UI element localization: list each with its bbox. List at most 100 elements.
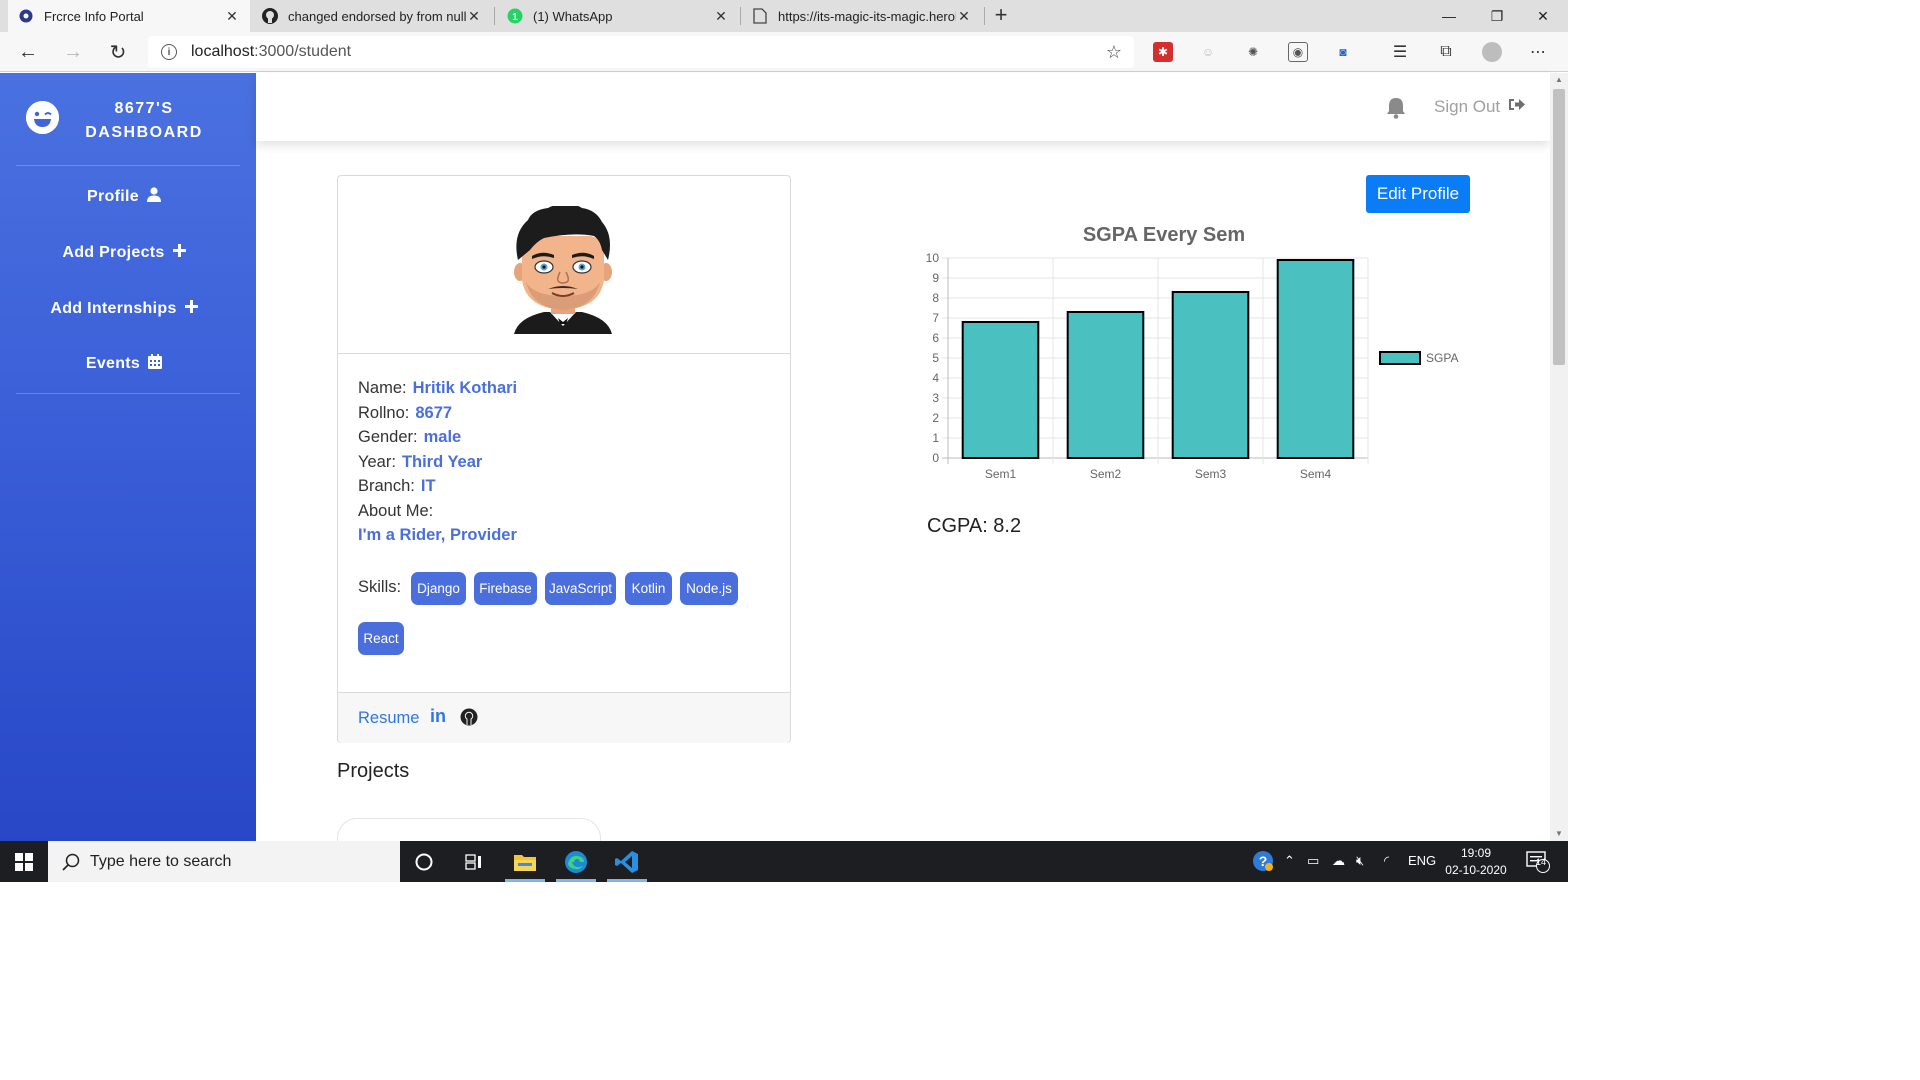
scroll-up-arrow-icon[interactable]: ▲ xyxy=(1550,73,1568,87)
github-favicon-icon xyxy=(262,8,278,24)
profile-info: Name: Hritik Kothari Rollno: 8677 Gender: m… xyxy=(358,376,517,548)
taskbar-clock[interactable]: 19:09 02-10-2020 xyxy=(1440,845,1512,879)
forward-arrow-icon[interactable]: → xyxy=(59,38,87,66)
extension-face-icon[interactable]: ☺ xyxy=(1198,42,1218,62)
legend-label: SGPA xyxy=(1426,351,1458,365)
avatar-section xyxy=(338,176,790,354)
y-tick-label: 9 xyxy=(932,271,939,285)
address-bar[interactable]: i localhost:3000/student ☆ xyxy=(148,36,1134,68)
skill-badge: Kotlin xyxy=(625,572,672,605)
page-favicon-icon xyxy=(752,8,768,24)
sidebar-brand[interactable]: 8677'S DASHBOARD xyxy=(0,73,256,165)
new-tab-plus-icon[interactable]: + xyxy=(990,4,1012,28)
more-menu-icon[interactable]: ⋯ xyxy=(1528,42,1548,62)
whatsapp-favicon-icon: 1 xyxy=(507,8,523,24)
windows-taskbar: Type here to search ? ⌃ ▭ ☁ 🔇︎ ◜ ENG 19:… xyxy=(0,841,1568,882)
x-tick-label: Sem1 xyxy=(985,467,1017,481)
bell-icon[interactable] xyxy=(1386,97,1408,119)
tab-github[interactable]: changed endorsed by from null t ✕ xyxy=(252,0,492,32)
extension-red-icon[interactable]: ✱ xyxy=(1153,42,1173,62)
sidebar-item-add-internships[interactable]: Add Internships xyxy=(0,281,248,337)
sidebar-item-add-projects[interactable]: Add Projects xyxy=(0,225,248,281)
profile-card: Name: Hritik Kothari Rollno: 8677 Gender: m… xyxy=(337,175,791,743)
back-arrow-icon[interactable]: ← xyxy=(14,38,42,66)
battery-icon[interactable]: ▭ xyxy=(1307,853,1319,869)
sidebar-item-events[interactable]: Events xyxy=(0,336,248,392)
cgpa-text: CGPA: 8.2 xyxy=(927,515,1022,537)
y-tick-label: 7 xyxy=(932,311,939,325)
extension-bug-icon[interactable]: ✺ xyxy=(1243,42,1263,62)
x-tick-label: Sem4 xyxy=(1300,467,1332,481)
sidebar-divider xyxy=(16,393,240,394)
svg-text:1: 1 xyxy=(512,12,518,23)
skill-badge: Django xyxy=(411,572,466,605)
onedrive-icon[interactable]: ☁ xyxy=(1332,853,1345,869)
skill-badge: React xyxy=(358,622,404,655)
plus-icon xyxy=(184,300,198,318)
x-tick-label: Sem3 xyxy=(1195,467,1227,481)
linkedin-icon[interactable]: in xyxy=(430,706,446,727)
close-tab-icon[interactable]: ✕ xyxy=(466,8,482,25)
favorite-star-icon[interactable]: ☆ xyxy=(1106,42,1122,63)
edit-profile-button[interactable]: Edit Profile xyxy=(1366,175,1470,213)
edge-browser-icon[interactable] xyxy=(552,841,600,882)
sgpa-bar-chart: SGPA Every Sem 0 1 2 3 4 5 6 7 8 9 10 Sem1 Sem2 Sem3 Se… xyxy=(926,224,1459,481)
task-view-icon[interactable] xyxy=(450,841,498,882)
close-tab-icon[interactable]: ✕ xyxy=(224,8,240,25)
notifications-icon[interactable]: 14 xyxy=(1526,851,1550,876)
close-window-icon[interactable]: ✕ xyxy=(1520,0,1566,32)
x-tick-label: Sem2 xyxy=(1090,467,1122,481)
help-icon[interactable]: ? xyxy=(1252,850,1274,875)
scrollbar-thumb[interactable] xyxy=(1553,89,1565,365)
refresh-icon[interactable]: ↻ xyxy=(104,38,132,66)
chart-bar xyxy=(961,321,1040,459)
profile-field-year: Year: Third Year xyxy=(358,452,483,471)
top-navbar: Sign Out xyxy=(256,73,1550,141)
cortana-icon[interactable] xyxy=(400,841,448,882)
browser-tab-bar: Frcrce Info Portal ✕ changed endorsed by… xyxy=(0,0,1568,32)
sidebar-item-profile[interactable]: Profile xyxy=(0,169,248,225)
volume-muted-icon[interactable]: 🔇︎ xyxy=(1356,853,1364,869)
browser-toolbar: ← → ↻ i localhost:3000/student ☆ ✱ ☺ ✺ ◉… xyxy=(0,32,1568,72)
wifi-icon[interactable]: ◜ xyxy=(1384,853,1389,869)
y-tick-label: 6 xyxy=(932,331,939,345)
show-hidden-icons-chevron-icon[interactable]: ⌃ xyxy=(1284,853,1295,869)
vertical-scrollbar[interactable]: ▲ ▼ xyxy=(1550,73,1568,841)
chart-title: SGPA Every Sem xyxy=(1083,224,1245,246)
calendar-icon xyxy=(148,354,163,374)
close-tab-icon[interactable]: ✕ xyxy=(713,8,729,25)
scroll-down-arrow-icon[interactable]: ▼ xyxy=(1550,827,1568,841)
profile-field-name: Name: Hritik Kothari xyxy=(358,379,518,397)
resume-link[interactable]: Resume xyxy=(358,709,419,728)
sidebar-divider xyxy=(16,165,240,166)
profile-card-footer: Resume in xyxy=(338,692,790,743)
sign-out-button[interactable]: Sign Out xyxy=(1434,97,1526,117)
y-tick-label: 2 xyxy=(932,411,939,425)
sign-out-icon xyxy=(1508,97,1526,117)
profile-avatar-icon[interactable] xyxy=(1482,42,1502,62)
github-icon[interactable] xyxy=(460,708,478,726)
plus-icon xyxy=(172,244,186,262)
projects-heading: Projects xyxy=(337,760,410,782)
vscode-icon[interactable] xyxy=(603,841,651,882)
profile-field-rollno: Rollno: 8677 xyxy=(358,403,453,422)
tab-whatsapp[interactable]: 1 (1) WhatsApp ✕ xyxy=(497,0,739,32)
language-indicator[interactable]: ENG xyxy=(1408,853,1436,868)
laugh-wink-logo-icon xyxy=(26,101,59,134)
about-me-text: I'm a Rider, Provider xyxy=(358,526,517,544)
restore-icon[interactable]: ❐ xyxy=(1474,0,1520,32)
y-tick-label: 8 xyxy=(932,291,939,305)
collections-icon[interactable]: ⧉ xyxy=(1436,42,1456,62)
site-info-icon[interactable]: i xyxy=(161,44,177,60)
y-tick-label: 0 xyxy=(932,451,939,465)
taskbar-search-box[interactable]: Type here to search xyxy=(48,841,400,882)
extension-camera-icon[interactable]: ◙ xyxy=(1333,42,1353,62)
favorites-list-icon[interactable]: ☰ xyxy=(1390,42,1410,62)
extension-capture-icon[interactable]: ◉ xyxy=(1288,42,1308,62)
minimize-icon[interactable]: ― xyxy=(1426,0,1472,32)
windows-start-icon[interactable] xyxy=(0,841,48,882)
tab-heroku-app[interactable]: https://its-magic-its-magic.herol ✕ xyxy=(742,0,982,32)
close-tab-icon[interactable]: ✕ xyxy=(956,8,972,25)
tab-frcrce-info-portal[interactable]: Frcrce Info Portal ✕ xyxy=(8,0,250,32)
file-explorer-icon[interactable] xyxy=(501,841,549,882)
